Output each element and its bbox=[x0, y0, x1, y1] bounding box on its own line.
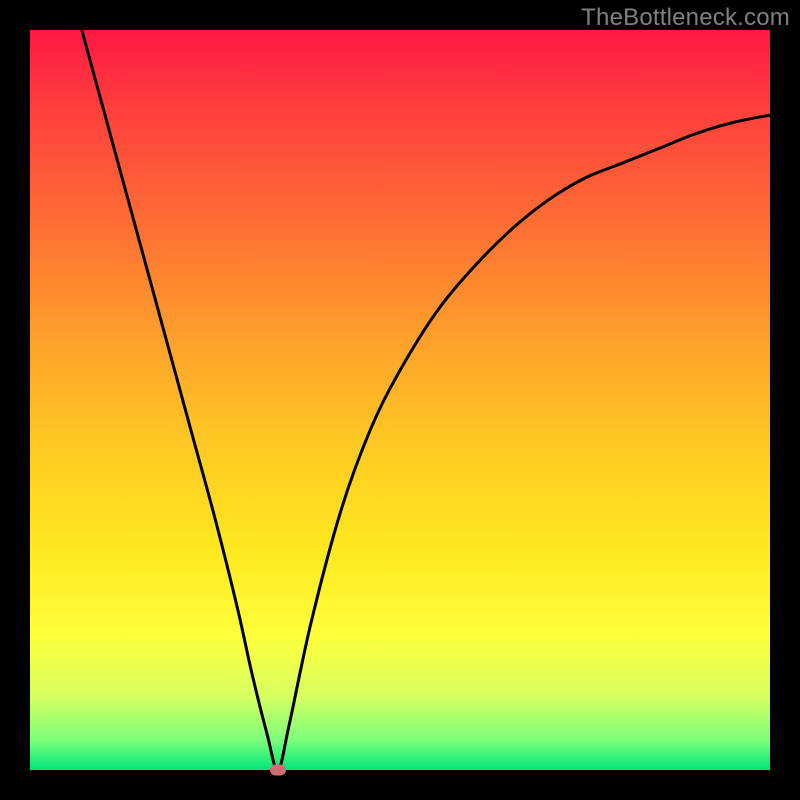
bottleneck-curve bbox=[30, 30, 770, 770]
watermark-text: TheBottleneck.com bbox=[581, 4, 790, 32]
minimum-marker bbox=[270, 765, 286, 776]
plot-area bbox=[30, 30, 770, 770]
chart-frame: TheBottleneck.com bbox=[0, 0, 800, 800]
curve-path bbox=[82, 30, 770, 770]
